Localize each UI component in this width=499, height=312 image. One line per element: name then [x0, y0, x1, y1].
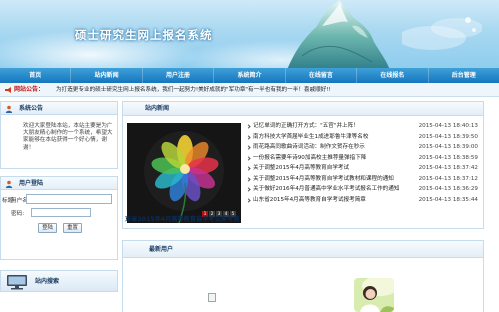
news-panel-title: 站内新闻: [145, 105, 170, 112]
news-panel-header: 站内新闻: [123, 102, 483, 116]
banner-decoration: [402, 17, 482, 50]
news-item[interactable]: 山东省2015年4月高等教育自学考试报考简章 2015-04-13 18:35:…: [246, 195, 482, 206]
chevron-right-icon: [246, 197, 251, 203]
login-panel-title: 用户登陆: [19, 180, 44, 187]
chevron-right-icon: [246, 145, 251, 150]
news-item-title[interactable]: 关于调整2015年4月高等教育自学考试教材和课程的通知: [253, 174, 394, 185]
news-item[interactable]: 记忆单词的正确打开方式："五官"并上阵！ 2015-04-13 18:40:13: [246, 121, 482, 132]
mountain-image: [287, 0, 390, 68]
news-item-date: 2015-04-13 18:38:59: [418, 154, 478, 161]
main-nav: 首页 站内新闻 用户注册 系统简介 在线留言 在线报名 后台管理: [0, 68, 499, 83]
news-item-date: 2015-04-13 18:39:50: [418, 133, 478, 140]
search-panel-title: 站内搜索: [35, 278, 60, 285]
chevron-right-icon: [246, 124, 251, 129]
news-item-date: 2015-04-13 18:37:12: [418, 175, 478, 182]
chevron-right-icon: [246, 155, 251, 161]
news-panel: 站内新闻 1 2 3 4 5 记忆单词的正确打开方式："五官"并上阵！ 2015…: [122, 101, 484, 229]
nav-item-home[interactable]: 首页: [0, 68, 72, 83]
intro-panel-header: 系统公告: [0, 101, 118, 115]
intro-panel-title: 系统公告: [19, 105, 44, 112]
user-icon: [5, 180, 13, 188]
site-title: 硕士研究生网上报名系统: [75, 28, 213, 42]
news-item-title[interactable]: 关于调整2015年4月高等教育自学考试: [253, 163, 349, 174]
news-item[interactable]: 南方科技大学首届毕业生1成进耶鲁牛津等名校 2015-04-13 18:39:5…: [246, 132, 482, 143]
news-item-title[interactable]: 山东省2015年4月高等教育自学考试报考简章: [253, 195, 366, 206]
chevron-right-icon: [246, 176, 251, 182]
news-item-title[interactable]: 雨花路高同歌曲诗词活动：制作文贺存在秒示: [253, 142, 365, 153]
password-label: 密码:: [11, 211, 25, 217]
news-item-date: 2015-04-13 18:35:44: [418, 196, 478, 203]
news-item-date: 2015-04-13 18:40:13: [418, 123, 478, 129]
search-panel-header: 站内搜索: [0, 270, 118, 292]
slideshow-caption[interactable]: 东省2015年4月高等教育自学考试报考简: [125, 214, 239, 223]
nav-item-register[interactable]: 用户注册: [143, 68, 215, 83]
megaphone-icon: [5, 87, 11, 93]
password-field[interactable]: [31, 208, 91, 217]
user-icon: [5, 105, 13, 113]
new-users-header: 最新用户: [123, 241, 483, 258]
news-slideshow[interactable]: 1 2 3 4 5: [127, 123, 241, 223]
new-users-title: 最新用户: [149, 246, 174, 253]
password-row: 密码:: [11, 208, 91, 217]
news-item-title[interactable]: 南方科技大学首届毕业生1成进耶鲁牛津等名校: [253, 132, 368, 143]
news-item[interactable]: 雨花路高同歌曲诗词活动：制作文贺存在秒示 2015-04-13 18:39:00: [246, 142, 482, 153]
chevron-right-icon: [246, 166, 251, 171]
news-item-date: 2015-04-13 18:39:00: [418, 144, 478, 150]
news-item[interactable]: 关于调整2015年4月高等教育自学考试 2015-04-13 18:37:42: [246, 163, 482, 174]
notice-text: 为打造更专业的硕士研究生网上报名系统，我们一起努力!美好成就的"军功章"有一半也…: [56, 87, 331, 93]
news-item[interactable]: 一份报名需要年诗90加高校主推荐量弹指下降 2015-04-13 18:38:5…: [246, 153, 482, 164]
nav-item-admin[interactable]: 后台管理: [429, 68, 499, 83]
header-banner: 硕士研究生网上报名系统: [0, 0, 499, 68]
news-item-title[interactable]: 一份报名需要年诗90加高校主推荐量弹指下降: [253, 153, 366, 164]
page: 硕士研究生网上报名系统 首页 站内新闻 用户注册 系统简介 在线留言 在线报名 …: [0, 0, 499, 312]
nav-item-about[interactable]: 系统简介: [214, 68, 286, 83]
chevron-right-icon: [246, 187, 251, 192]
intro-text: 欢迎大家登陆本站，本站主要是为广大朋友精心制作的一个系统，希望大家能够在本站获得…: [0, 115, 118, 169]
news-item-date: 2015-04-13 18:36:29: [418, 186, 478, 192]
nav-item-guestbook[interactable]: 在线留言: [286, 68, 358, 83]
notice-label: 网站公告：: [14, 86, 45, 93]
news-item-title[interactable]: 关于做好2016年4月普通高中学业水平考试报名工作的通知: [253, 184, 399, 195]
user-avatar-placeholder[interactable]: [208, 293, 216, 302]
reset-button[interactable]: 重置: [63, 223, 82, 233]
new-users-panel: 最新用户: [122, 240, 484, 312]
news-item[interactable]: 关于做好2016年4月普通高中学业水平考试报名工作的通知 2015-04-13 …: [246, 184, 482, 195]
monitor-icon: [7, 275, 27, 290]
left-sidebar: 系统公告 欢迎大家登陆本站，本站主要是为广大朋友精心制作的一个系统，希望大家能够…: [0, 101, 118, 312]
login-button[interactable]: 登陆: [38, 223, 57, 233]
news-item-title[interactable]: 记忆单词的正确打开方式："五官"并上阵！: [253, 121, 359, 132]
keyword-input[interactable]: [26, 194, 112, 204]
news-item[interactable]: 关于调整2015年4月高等教育自学考试教材和课程的通知 2015-04-13 1…: [246, 174, 482, 185]
keyword-label: 标题: [2, 198, 14, 204]
notice-bar: 网站公告： 为打造更专业的硕士研究生网上报名系统，我们一起努力!美好成就的"军功…: [0, 83, 499, 97]
news-list: 记忆单词的正确打开方式："五官"并上阵！ 2015-04-13 18:40:13…: [246, 121, 482, 205]
chevron-right-icon: [246, 134, 251, 140]
user-photo[interactable]: [354, 278, 394, 312]
news-item-date: 2015-04-13 18:37:42: [418, 165, 478, 171]
flower-photo: [127, 123, 241, 223]
login-panel-header: 用户登陆: [0, 176, 118, 190]
nav-item-apply[interactable]: 在线报名: [357, 68, 429, 83]
nav-item-news[interactable]: 站内新闻: [71, 68, 143, 83]
